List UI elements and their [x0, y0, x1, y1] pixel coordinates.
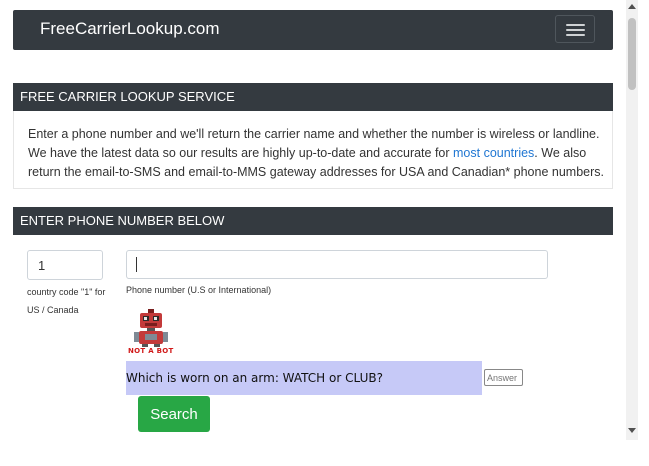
scrollbar-thumb[interactable] [628, 18, 636, 90]
service-intro-panel: Enter a phone number and we'll return th… [13, 111, 613, 189]
page-scrollbar[interactable] [626, 0, 638, 440]
not-a-bot-label: NOT A BOT [128, 347, 174, 355]
text-caret [136, 257, 137, 272]
scroll-down-arrow-icon[interactable] [628, 428, 636, 433]
country-code-input[interactable] [27, 250, 103, 280]
scroll-up-arrow-icon[interactable] [628, 4, 636, 9]
captcha-question-box: Which is worn on an arm: WATCH or CLUB? [126, 361, 482, 395]
form-heading: ENTER PHONE NUMBER BELOW [13, 207, 613, 235]
country-code-help: country code "1" for US / Canada [27, 287, 106, 315]
search-button[interactable]: Search [138, 396, 210, 432]
captcha-question: Which is worn on an arm: WATCH or CLUB? [126, 371, 383, 385]
navbar-toggle-button[interactable] [555, 15, 595, 43]
service-intro-text: Enter a phone number and we'll return th… [28, 127, 604, 179]
brand-link[interactable]: FreeCarrierLookup.com [40, 19, 220, 39]
page: FreeCarrierLookup.com FREE CARRIER LOOKU… [0, 0, 626, 466]
most-countries-link[interactable]: most countries [453, 146, 534, 160]
service-heading: FREE CARRIER LOOKUP SERVICE [13, 83, 613, 111]
phone-number-help: Phone number (U.S or International) [126, 285, 272, 295]
navbar: FreeCarrierLookup.com [13, 10, 613, 50]
phone-number-input[interactable] [126, 250, 548, 279]
captcha-answer-input[interactable] [484, 369, 523, 386]
